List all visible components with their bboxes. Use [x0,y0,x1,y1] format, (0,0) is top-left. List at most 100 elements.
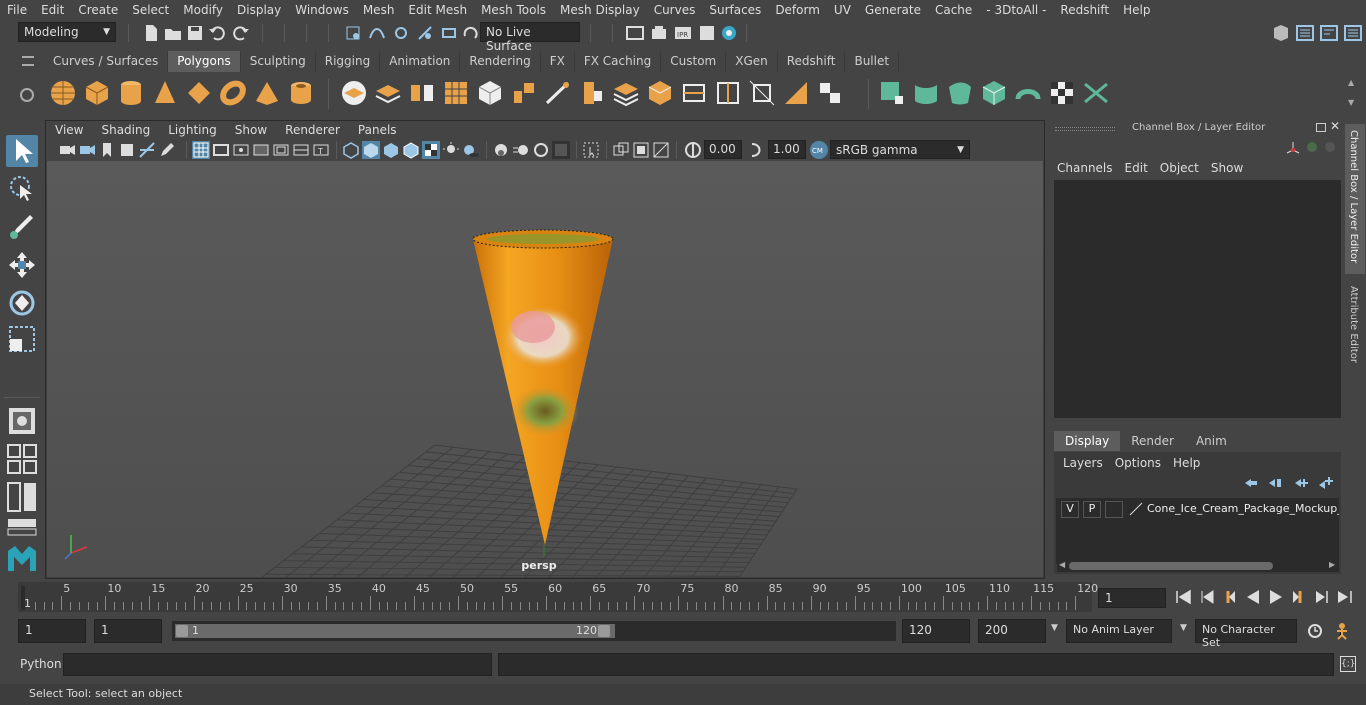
menu-edit[interactable]: Edit [34,3,71,17]
menu-windows[interactable]: Windows [288,3,356,17]
screen-space-ao-icon[interactable] [492,141,510,159]
menu-modify[interactable]: Modify [176,3,230,17]
move-tool-button[interactable] [6,249,38,281]
character-set-field[interactable]: No Character Set [1195,619,1297,649]
viewport-menu-lighting[interactable]: Lighting [159,123,226,137]
exposure-field[interactable]: 0.00 [704,140,742,159]
range-start-handle[interactable] [176,625,188,637]
open-scene-icon[interactable] [164,24,182,42]
smooth-shade-icon[interactable] [362,141,380,159]
step-forward-key-icon[interactable] [1290,588,1308,606]
cone-ice-cream-model[interactable] [472,229,614,545]
float-panel-icon[interactable] [1316,123,1326,132]
field-chart-icon[interactable] [272,141,290,159]
menu-redshift[interactable]: Redshift [1053,3,1116,17]
shelf-options-icon[interactable] [22,56,34,66]
playback-start-field[interactable]: 1 [94,619,162,643]
poly-cone-icon[interactable] [151,79,179,107]
shelf-tab-polygons[interactable]: Polygons [168,51,241,72]
script-editor-icon[interactable]: {;} [1340,656,1356,672]
rotate-tool-button[interactable] [6,287,38,319]
poly-cylinder-icon[interactable] [117,79,145,107]
channelbox-menu-channels[interactable]: Channels [1057,161,1125,175]
snap-projected-icon[interactable] [416,24,434,42]
uv-planar-icon[interactable] [878,79,906,107]
extrude-icon[interactable] [510,79,538,107]
step-back-key-icon[interactable] [1220,588,1238,606]
layer-color-swatch-icon[interactable] [1129,502,1143,516]
shelf-tab-curves-surfaces[interactable]: Curves / Surfaces [44,51,169,72]
bevel-icon[interactable] [578,79,606,107]
snap-curve-icon[interactable] [368,24,386,42]
menu-generate[interactable]: Generate [858,3,928,17]
fill-hole-icon[interactable] [816,79,844,107]
anim-preferences-icon[interactable] [1334,622,1354,640]
bookmark-icon[interactable] [98,141,116,159]
range-slider[interactable]: 1 120 [172,621,896,641]
poly-plane-icon[interactable] [185,79,213,107]
snap-grid-icon[interactable] [344,24,362,42]
xray-components-icon[interactable] [652,141,670,159]
perspective-viewport[interactable]: persp [47,161,1043,577]
layer-row[interactable]: V P Cone_Ice_Cream_Package_Mockup_Tr [1057,500,1339,520]
select-tool-button[interactable] [6,135,38,167]
sidetab-channel-box[interactable]: Channel Box / Layer Editor [1345,124,1365,274]
poly-torus-icon[interactable] [219,79,247,107]
film-gate-icon[interactable] [212,141,230,159]
layer-display-type-toggle[interactable] [1105,501,1123,518]
resolution-gate-icon[interactable] [232,141,250,159]
range-slider-handle[interactable] [175,624,615,638]
scroll-left-icon[interactable]: ◀ [1059,560,1065,569]
live-surface-field[interactable]: No Live Surface [480,22,580,53]
go-to-end-icon[interactable] [1336,588,1354,606]
command-input[interactable] [63,653,492,676]
shelf-scroll-down-icon[interactable]: ▼ [1348,98,1354,107]
channel-list[interactable] [1054,180,1341,418]
menu-3dtoall[interactable]: - 3DtoAll - [979,3,1053,17]
shadows-icon[interactable] [462,141,480,159]
auto-key-icon[interactable] [1306,622,1324,640]
graph-layout-button[interactable] [6,517,38,537]
menu-cache[interactable]: Cache [928,3,979,17]
scrollbar-thumb[interactable] [1069,562,1273,570]
shelf-tab-rigging[interactable]: Rigging [315,51,381,72]
go-to-start-icon[interactable] [1174,588,1192,606]
bridge-icon[interactable] [544,79,572,107]
use-all-lights-icon[interactable] [442,141,460,159]
channelbox-menu-show[interactable]: Show [1211,161,1255,175]
hypershade-icon[interactable] [720,24,738,42]
save-scene-icon[interactable] [186,24,204,42]
move-layer-down-icon[interactable] [1267,476,1283,490]
menu-create[interactable]: Create [71,3,125,17]
insert-loop-icon[interactable] [714,79,742,107]
ipr-render-icon[interactable]: IPR [674,24,692,42]
uv-checker-icon[interactable] [1048,79,1076,107]
range-end-handle[interactable] [598,625,610,637]
tool-settings-toggle-icon[interactable] [1344,24,1362,42]
render-view-icon[interactable] [626,24,644,42]
combine-icon[interactable] [340,79,368,107]
layer-visibility-toggle[interactable]: V [1061,501,1079,518]
color-space-select[interactable]: sRGB gamma ▼ [830,140,970,159]
target-weld-icon[interactable] [646,79,674,107]
redo-icon[interactable] [232,24,250,42]
layer-playback-toggle[interactable]: P [1083,501,1101,518]
layer-menu-options[interactable]: Options [1115,456,1173,470]
viewport-menu-renderer[interactable]: Renderer [276,123,349,137]
color-management-icon[interactable]: CM [810,141,828,159]
viewport-menu-shading[interactable]: Shading [92,123,159,137]
shelf-tab-redshift[interactable]: Redshift [777,51,846,72]
viewport-menu-view[interactable]: View [46,123,92,137]
uv-spherical-icon[interactable] [946,79,974,107]
multi-cut-icon[interactable] [612,79,640,107]
uv-automatic-icon[interactable] [980,79,1008,107]
edge-loop-icon[interactable] [680,79,708,107]
menu-display[interactable]: Display [230,3,288,17]
new-layer-icon[interactable] [1293,476,1309,490]
menu-help[interactable]: Help [1116,3,1157,17]
append-polygon-icon[interactable] [782,79,810,107]
shelf-scroll-up-icon[interactable]: ▲ [1348,78,1354,87]
scale-tool-button[interactable] [6,323,38,355]
exposure-icon[interactable] [684,141,702,159]
menu-edit-mesh[interactable]: Edit Mesh [401,3,474,17]
